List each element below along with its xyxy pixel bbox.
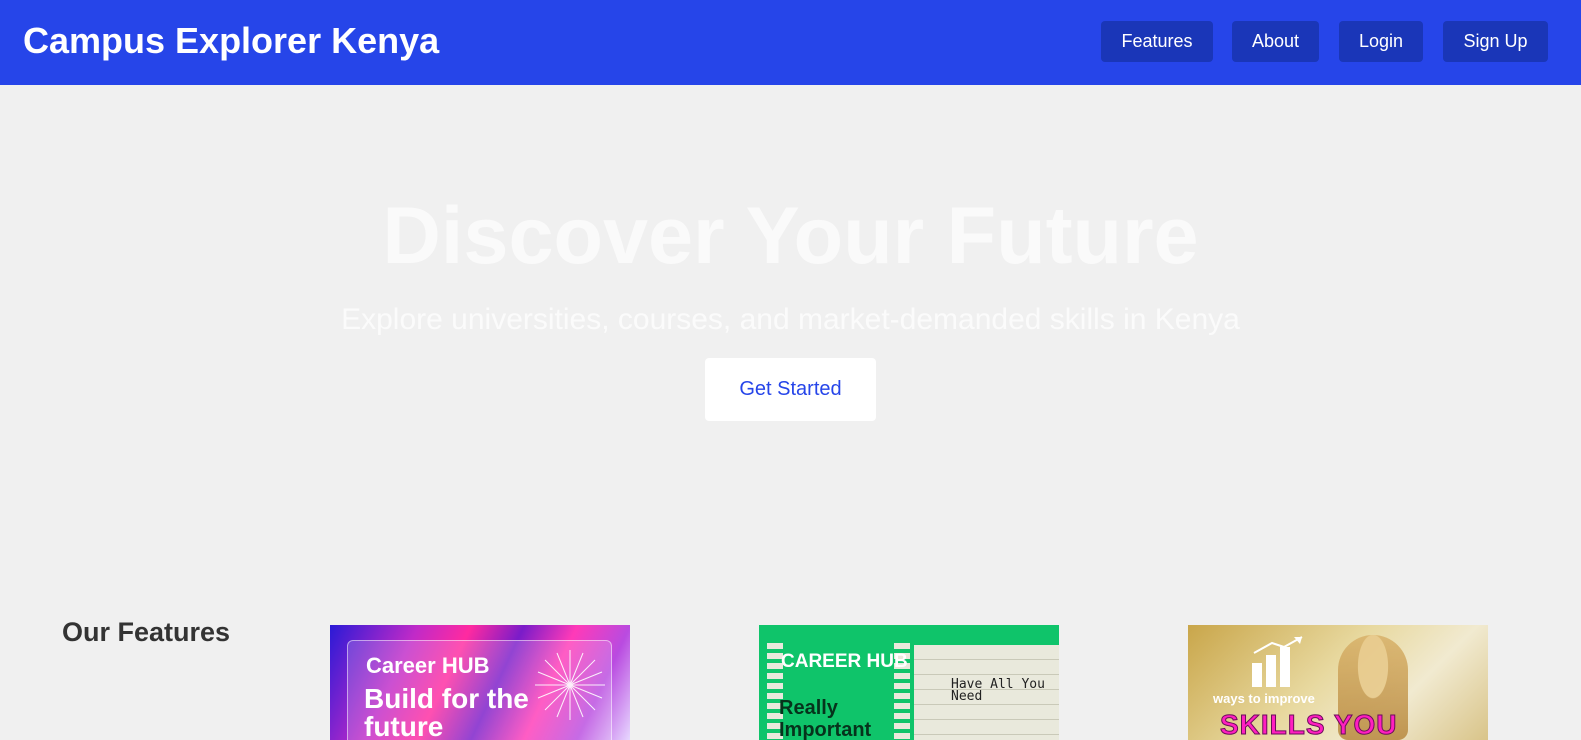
sparkle-icon (535, 650, 605, 720)
nav-about-button[interactable]: About (1232, 21, 1319, 62)
feature-card-image-skills[interactable]: ways to improve SKILLS YOU (1188, 625, 1488, 740)
card-heading: Career HUB (366, 653, 490, 678)
nav-login-button[interactable]: Login (1339, 21, 1423, 62)
card-tagline: Really Important (779, 697, 872, 740)
nav-features-button[interactable]: Features (1101, 21, 1213, 62)
features-title: Our Features (62, 617, 231, 647)
growth-chart-icon (1252, 636, 1303, 687)
feature-card-image-career-hub-notes[interactable]: CAREER HUB Really Important Have All You… (759, 625, 1059, 740)
get-started-button[interactable]: Get Started (705, 358, 876, 421)
nav-signup-button[interactable]: Sign Up (1443, 21, 1548, 62)
hero-subtitle: Explore universities, courses, and marke… (341, 303, 1240, 336)
card-heading: ways to improve (1213, 691, 1315, 706)
card-heading: CAREER HUB (781, 651, 908, 672)
navbar: Campus Explorer Kenya Features About Log… (0, 0, 1581, 85)
card-tagline: SKILLS YOU (1220, 709, 1398, 740)
brand-title[interactable]: Campus Explorer Kenya (23, 20, 439, 62)
feature-card-image-career-hub[interactable]: Career HUB Build for the future (330, 625, 630, 740)
hero-title: Discover Your Future (382, 191, 1199, 281)
card-note: Have All You Need (951, 677, 1045, 704)
